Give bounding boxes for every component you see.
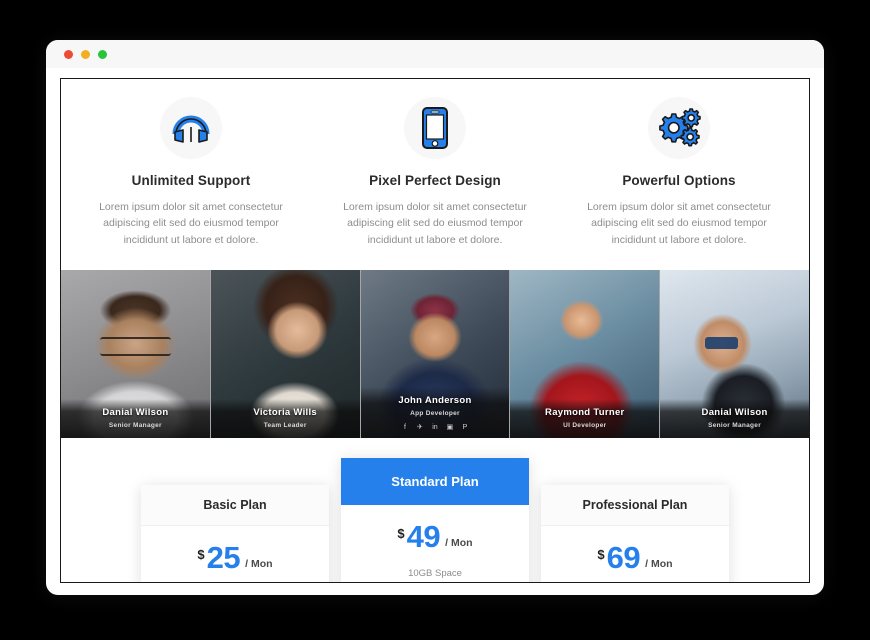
gears-icon [648, 97, 710, 159]
feature-card-pixel-perfect-design: Pixel Perfect Design Lorem ipsum dolor s… [313, 97, 557, 248]
headphones-icon [160, 97, 222, 159]
features-section: Unlimited Support Lorem ipsum dolor sit … [61, 79, 809, 270]
window-titlebar [46, 40, 824, 68]
plan-period: / Mon [645, 557, 673, 570]
team-member-name: Danial Wilson [102, 406, 169, 418]
plan-feature: 6GB Space [141, 579, 329, 582]
team-member-info: John Anderson App Developer f ✈ in ▣ P [360, 386, 510, 438]
linkedin-icon[interactable]: in [430, 423, 439, 432]
plan-feature: Unlimited Space [541, 579, 729, 582]
plan-title: Basic Plan [141, 484, 329, 526]
team-member-card[interactable]: Raymond Turner UI Developer [510, 269, 661, 438]
team-member-info: Danial Wilson Senior Manager [660, 398, 809, 438]
feature-description: Lorem ipsum dolor sit amet consectetur a… [587, 201, 771, 246]
team-member-socials: f ✈ in ▣ P [365, 423, 506, 432]
team-member-name: Raymond Turner [545, 406, 625, 418]
plan-title: Professional Plan [541, 484, 729, 526]
team-member-name: Victoria Wills [253, 406, 317, 418]
pricing-row: Basic Plan $ 25 / Mon 6GB Space Standard… [61, 457, 809, 582]
feature-description: Lorem ipsum dolor sit amet consectetur a… [343, 201, 527, 246]
feature-card-powerful-options: Powerful Options Lorem ipsum dolor sit a… [557, 97, 801, 248]
pricing-card-basic[interactable]: Basic Plan $ 25 / Mon 6GB Space [141, 484, 329, 582]
team-member-info: Raymond Turner UI Developer [510, 398, 660, 438]
team-member-card[interactable]: Danial Wilson Senior Manager [61, 269, 211, 438]
team-member-role: Senior Manager [108, 421, 162, 429]
team-member-card[interactable]: John Anderson App Developer f ✈ in ▣ P [360, 269, 511, 438]
feature-card-unlimited-support: Unlimited Support Lorem ipsum dolor sit … [69, 97, 313, 248]
team-member-info: Danial Wilson Senior Manager [61, 398, 210, 438]
plan-price: $ 49 / Mon [341, 505, 529, 558]
window-maximize-button[interactable] [98, 49, 107, 59]
feature-description: Lorem ipsum dolor sit amet consectetur a… [99, 201, 283, 246]
plan-amount: 49 [406, 518, 441, 554]
smartphone-icon [404, 97, 466, 159]
plan-amount: 69 [606, 539, 641, 575]
plan-currency: $ [397, 525, 405, 541]
team-section: Danial Wilson Senior Manager Victoria Wi… [61, 269, 809, 438]
window-close-button[interactable] [64, 49, 73, 59]
pricing-card-professional[interactable]: Professional Plan $ 69 / Mon Unlimited S… [541, 484, 729, 582]
plan-currency: $ [197, 546, 205, 562]
plan-feature: 10GB Space [408, 567, 462, 579]
team-member-card[interactable]: Danial Wilson Senior Manager [660, 269, 809, 438]
team-member-role: App Developer [410, 409, 460, 417]
feature-title: Powerful Options [622, 173, 736, 188]
team-member-info: Victoria Wills Team Leader [210, 398, 360, 438]
plan-amount: 25 [206, 539, 241, 575]
browser-window: Unlimited Support Lorem ipsum dolor sit … [46, 40, 824, 595]
team-member-role: UI Developer [563, 421, 607, 429]
facebook-icon[interactable]: f [400, 423, 409, 432]
window-minimize-button[interactable] [81, 49, 90, 59]
plan-period: / Mon [245, 557, 273, 570]
team-member-role: Team Leader [263, 421, 307, 429]
plan-price: $ 25 / Mon [141, 526, 329, 579]
team-member-role: Senior Manager [708, 421, 762, 429]
plan-title: Standard Plan [341, 457, 529, 505]
plan-price: $ 69 / Mon [541, 526, 729, 579]
feature-title: Pixel Perfect Design [369, 173, 501, 188]
feature-title: Unlimited Support [131, 173, 251, 188]
twitter-icon[interactable]: ✈ [415, 423, 424, 432]
team-member-name: Danial Wilson [701, 406, 768, 418]
plan-period: / Mon [445, 536, 473, 549]
team-member-name: John Anderson [398, 394, 472, 406]
pricing-card-standard[interactable]: Standard Plan $ 49 / Mon 10GB Space Secu… [341, 457, 529, 582]
team-member-card[interactable]: Victoria Wills Team Leader [210, 269, 361, 438]
page-viewport: Unlimited Support Lorem ipsum dolor sit … [60, 78, 810, 583]
instagram-icon[interactable]: ▣ [445, 423, 454, 432]
plan-currency: $ [597, 546, 605, 562]
pricing-section: Basic Plan $ 25 / Mon 6GB Space Standard… [61, 437, 809, 582]
pinterest-icon[interactable]: P [460, 423, 469, 432]
